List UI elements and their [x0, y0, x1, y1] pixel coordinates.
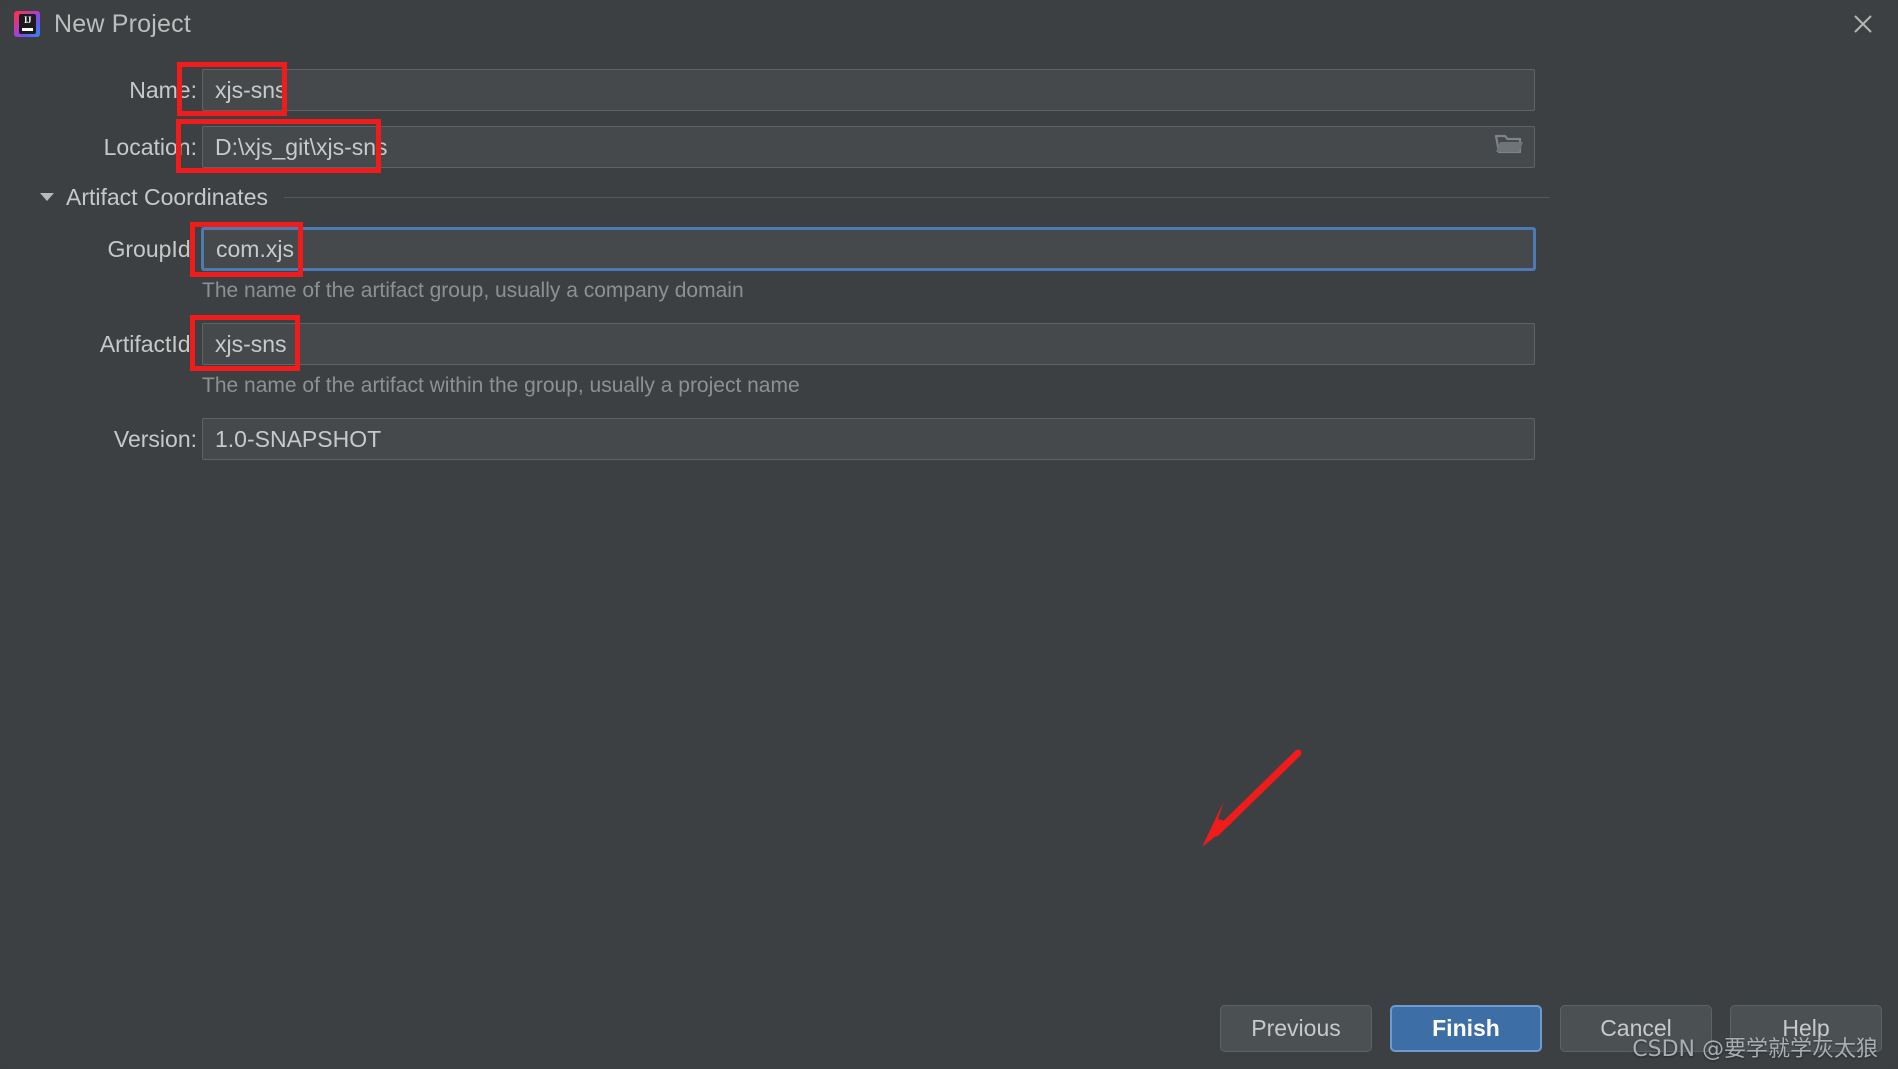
section-divider [283, 196, 1550, 198]
watermark: CSDN @要学就学灰太狼 [1632, 1037, 1878, 1062]
finish-button[interactable]: Finish [1390, 1004, 1542, 1052]
artifactid-row: ArtifactId: xjs-sns [99, 323, 1535, 365]
dialog-title: New Project [54, 9, 191, 38]
artifact-coordinates-label: Artifact Coordinates [66, 183, 268, 210]
version-label: Version: [113, 425, 197, 452]
groupid-input[interactable]: com.xjs [202, 228, 1535, 270]
folder-icon[interactable] [1494, 132, 1524, 162]
groupid-hint: The name of the artifact group, usually … [202, 279, 744, 302]
name-input[interactable]: xjs-sns [202, 69, 1535, 111]
location-label: Location: [103, 133, 197, 160]
previous-button[interactable]: Previous [1220, 1004, 1372, 1052]
groupid-row: GroupId: com.xjs [99, 228, 1535, 270]
name-label: Name: [129, 76, 197, 103]
dialog-titlebar: IJ New Project [0, 0, 1898, 48]
name-row: Name: xjs-sns [37, 69, 1535, 111]
new-project-dialog: IJ New Project Name: xjs-sns Location: D… [0, 0, 1898, 1069]
location-input[interactable]: D:\xjs_git\xjs-sns [202, 126, 1535, 168]
groupid-label: GroupId: [107, 235, 198, 262]
chevron-down-icon [40, 193, 54, 201]
artifactid-hint: The name of the artifact within the grou… [202, 374, 800, 397]
dialog-button-bar: Previous Finish Cancel Help [0, 987, 1898, 1069]
location-row: Location: D:\xjs_git\xjs-sns [37, 126, 1535, 168]
version-input[interactable]: 1.0-SNAPSHOT [202, 418, 1535, 460]
artifactid-label: ArtifactId: [99, 330, 197, 357]
project-form: Name: xjs-sns Location: D:\xjs_git\xjs-s… [0, 48, 1898, 988]
close-icon[interactable] [1836, 4, 1890, 44]
version-row: Version: 1.0-SNAPSHOT [99, 418, 1535, 460]
intellij-idea-logo-icon: IJ [14, 11, 40, 37]
artifact-coordinates-section-toggle[interactable]: Artifact Coordinates [40, 184, 1550, 210]
artifactid-input[interactable]: xjs-sns [202, 323, 1535, 365]
location-input-value: D:\xjs_git\xjs-sns [215, 133, 388, 160]
